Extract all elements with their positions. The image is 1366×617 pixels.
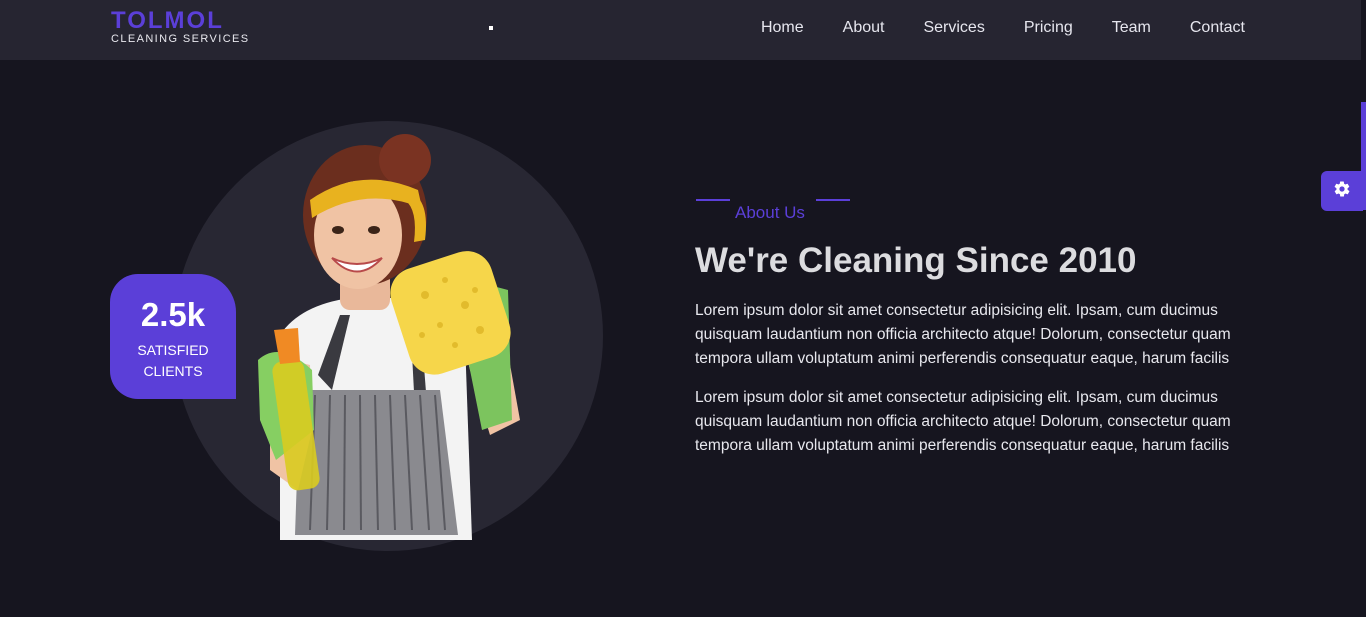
stat-number: 2.5k <box>140 296 206 333</box>
brand-name: TOLMOL <box>111 7 224 34</box>
about-paragraph: Lorem ipsum dolor sit amet consectetur a… <box>695 389 1231 454</box>
nav-link-team[interactable]: Team <box>1112 19 1151 37</box>
nav-link-services[interactable]: Services <box>923 19 984 37</box>
section-eyebrow: About Us <box>695 195 1265 225</box>
scrollbar-track[interactable] <box>1361 0 1366 617</box>
nav-link-home[interactable]: Home <box>761 19 804 37</box>
gear-icon <box>1333 180 1351 203</box>
stat-label: SATISFIED CLIENTS <box>137 342 209 379</box>
navbar: TOLMOL CLEANING SERVICES Home About Serv… <box>0 0 1361 60</box>
hero-image <box>258 134 520 540</box>
nav-dot <box>489 26 493 30</box>
about-paragraph: Lorem ipsum dolor sit amet consectetur a… <box>695 302 1231 367</box>
eyebrow-line-left <box>696 199 730 201</box>
about-section: About Us We're Cleaning Since 2010 Lorem… <box>695 195 1265 458</box>
nav-link-pricing[interactable]: Pricing <box>1024 19 1073 37</box>
eyebrow-line-right <box>816 199 850 201</box>
settings-button[interactable] <box>1321 171 1363 211</box>
nav-link-contact[interactable]: Contact <box>1190 19 1245 37</box>
satisfied-clients-badge: 2.5k SATISFIED CLIENTS <box>110 274 236 399</box>
nav-link-about[interactable]: About <box>843 19 885 37</box>
about-title: We're Cleaning Since 2010 <box>695 241 1137 280</box>
brand-tagline: CLEANING SERVICES <box>111 33 250 45</box>
brand-logo[interactable]: TOLMOL CLEANING SERVICES <box>111 7 250 46</box>
eyebrow-text: About Us <box>735 203 805 222</box>
nav-menu: Home About Services Pricing Team Contact <box>761 0 1245 56</box>
